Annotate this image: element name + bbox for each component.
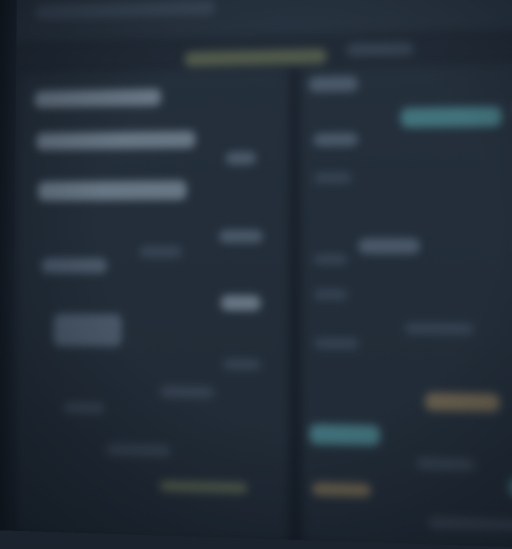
left-list-line	[221, 295, 261, 311]
left-list-line	[139, 245, 182, 258]
gold-cell-accent[interactable]	[312, 482, 371, 497]
right-list-line	[314, 254, 348, 265]
left-list-line	[219, 230, 263, 243]
right-list-line	[359, 238, 420, 254]
left-list-line	[35, 89, 162, 108]
right-list-line	[314, 289, 348, 300]
left-list-line	[223, 359, 260, 370]
left-list-line	[54, 314, 122, 347]
gold-cell-accent[interactable]	[425, 393, 499, 412]
right-list-line	[309, 76, 358, 92]
toolbar-item-placeholder[interactable]	[347, 42, 414, 57]
right-list-line	[404, 323, 473, 335]
right-list-line	[313, 133, 358, 147]
panel-divider	[291, 69, 299, 543]
toolbar-item-placeholder[interactable]	[185, 48, 327, 66]
right-list-line	[314, 338, 359, 350]
left-list-line	[160, 386, 214, 398]
right-list-line	[417, 458, 475, 471]
left-list-line	[106, 444, 171, 456]
left-list-line	[64, 402, 104, 414]
right-list-line	[314, 172, 352, 183]
blurred-app-screen	[0, 0, 512, 549]
highlighted-row-accent[interactable]	[401, 106, 502, 127]
teal-cell-accent[interactable]	[310, 424, 380, 446]
left-list-line	[36, 131, 195, 150]
left-list-line	[226, 152, 257, 165]
left-list-line	[38, 180, 187, 200]
blurred-layer	[0, 0, 512, 549]
left-list-line	[42, 258, 107, 273]
